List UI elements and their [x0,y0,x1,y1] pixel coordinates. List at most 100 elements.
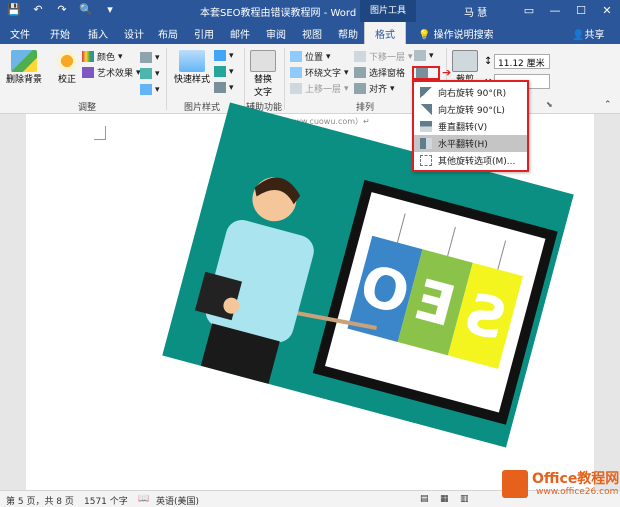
selection-pane-button[interactable]: 选择窗格 [354,66,405,79]
effects-icon [214,66,226,77]
flip-horizontal-item[interactable]: 水平翻转(H) [414,135,527,152]
read-mode-icon[interactable]: ▤ [420,494,429,504]
send-backward-button[interactable]: 下移一层 ▾ [354,50,413,63]
reset-picture-icon [140,84,152,95]
tab-layout[interactable]: 布局 [158,26,178,41]
title-bar: 💾 ↶ ↷ 🔍 ▾ 本套SEO教程由错误教程网 - Word 图片工具 马 慧 … [0,0,620,22]
share-button[interactable]: 👤共享 [572,26,604,41]
pen-icon [214,50,226,61]
sun-icon [54,50,80,72]
watermark: Office教程网 www.office26.com [500,468,620,502]
group-objects-icon [414,50,426,61]
change-picture-icon [140,68,152,79]
redo-icon[interactable]: ↷ [54,3,70,16]
position-button[interactable]: 位置 ▾ [290,50,331,63]
remove-background-button[interactable]: 删除背景 [6,50,42,85]
rotate-left-icon [420,104,432,115]
rotate-dropdown-menu: 向右旋转 90°(R) 向左旋转 90°(L) 垂直翻转(V) 水平翻转(H) … [412,80,529,172]
send-backward-icon [354,51,366,62]
crop-icon [452,50,478,72]
proofing-icon[interactable]: 📖 [138,494,149,504]
alt-text-icon [250,50,276,72]
bring-forward-button[interactable]: 上移一层 ▾ [290,82,349,95]
flip-vertical-icon [420,121,432,132]
picture-tools-label: 图片工具 [360,0,416,22]
rotate-button-highlight [412,66,440,80]
group-objects-button[interactable]: ▾ [414,50,434,61]
bring-forward-icon [290,83,302,94]
compress-icon [140,52,152,63]
more-options-icon [420,155,432,166]
align-icon [354,83,366,94]
tab-design[interactable]: 设计 [124,26,144,41]
margin-corner-mark [94,126,106,140]
office-logo-icon [502,470,528,498]
picture-effects-button[interactable]: ▾ [214,66,234,77]
tab-review[interactable]: 审阅 [266,26,286,41]
lightbulb-icon: 💡 [418,30,431,41]
wrap-text-button[interactable]: 环绕文字 ▾ [290,66,349,79]
art-effects-icon [82,67,94,78]
quick-access-toolbar: 💾 ↶ ↷ 🔍 ▾ [6,3,118,16]
close-icon[interactable]: ✕ [594,0,620,22]
height-input[interactable]: 11.12 厘米 [494,54,550,69]
ribbon-display-icon[interactable]: ▭ [516,0,542,22]
tab-view[interactable]: 视图 [302,26,322,41]
group-label-adjust: 调整 [78,103,97,113]
color-palette-icon [82,51,94,62]
rotate-right-icon [420,87,432,98]
tab-insert[interactable]: 插入 [88,26,108,41]
restore-icon[interactable]: ☐ [568,0,594,22]
watermark-url: www.office26.com [536,487,619,497]
tab-home[interactable]: 开始 [50,26,70,41]
group-separator [244,48,245,110]
print-layout-icon[interactable]: ▦ [440,494,449,504]
change-picture-button[interactable]: ▾ [140,68,160,79]
language-indicator[interactable]: 英语(美国) [156,494,199,507]
remove-background-icon [11,50,37,72]
group-label-arrange: 排列 [356,103,375,113]
color-button[interactable]: 颜色 ▾ [82,50,123,63]
reset-picture-button[interactable]: ▾ [140,84,160,95]
size-dialog-launcher-icon[interactable]: ⬊ [546,100,553,109]
flip-vertical-item[interactable]: 垂直翻转(V) [414,118,527,135]
more-rotation-options-item[interactable]: 其他旋转选项(M)... [414,152,527,169]
save-icon[interactable]: 💾 [6,3,22,16]
corrections-button[interactable]: 校正 [54,50,80,85]
group-separator [166,48,167,110]
quick-styles-button[interactable]: 快速样式 [174,50,210,85]
qat-customize-icon[interactable]: ▾ [102,3,118,16]
align-button[interactable]: 对齐 ▾ [354,82,395,95]
word-count[interactable]: 1571 个字 [84,494,128,507]
selection-pane-icon [354,67,366,78]
red-arrow-icon: ➔ [442,66,452,79]
collapse-ribbon-icon[interactable]: ⌃ [604,100,612,110]
window-title: 本套SEO教程由错误教程网 - Word [200,8,357,19]
rotate-right-90-item[interactable]: 向右旋转 90°(R) [414,84,527,101]
watermark-title: Office教程网 [532,471,620,487]
wrap-text-icon [290,67,302,78]
height-icon: ↕ [484,56,493,67]
tab-references[interactable]: 引用 [194,26,214,41]
minimize-icon[interactable]: — [542,0,568,22]
position-icon [290,51,302,62]
compress-pictures-button[interactable]: ▾ [140,52,160,63]
user-name[interactable]: 马 慧 [464,4,487,19]
alt-text-button[interactable]: 替换 文字 [250,50,276,98]
tab-file[interactable]: 文件 [10,26,30,41]
tab-mailings[interactable]: 邮件 [230,26,250,41]
web-layout-icon[interactable]: ▥ [460,494,469,504]
group-label-picture-styles: 图片样式 [184,103,221,113]
layout-icon [214,82,226,93]
undo-icon[interactable]: ↶ [30,3,46,16]
tab-format[interactable]: 格式 [364,22,406,44]
tell-me-search[interactable]: 💡 操作说明搜索 [418,26,494,41]
print-preview-icon[interactable]: 🔍 [78,3,94,16]
rotate-left-90-item[interactable]: 向左旋转 90°(L) [414,101,527,118]
picture-layout-button[interactable]: ▾ [214,82,234,93]
tab-help[interactable]: 帮助 [338,26,358,41]
picture-border-button[interactable]: ▾ [214,50,234,61]
group-separator [284,48,285,110]
art-effects-button[interactable]: 艺术效果 ▾ [82,66,141,79]
page-count[interactable]: 第 5 页，共 8 页 [6,494,74,507]
